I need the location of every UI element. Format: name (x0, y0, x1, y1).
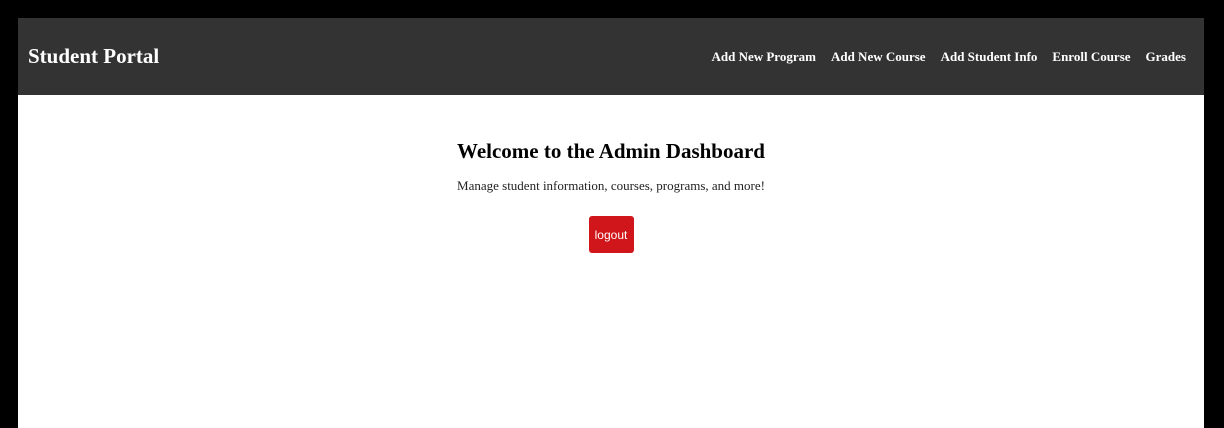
page-title: Welcome to the Admin Dashboard (456, 139, 765, 163)
page: Student Portal Add New Program Add New C… (18, 18, 1204, 428)
nav-link-grades[interactable]: Grades (1146, 49, 1186, 65)
nav-links: Add New Program Add New Course Add Stude… (711, 49, 1186, 65)
nav-link-enroll-course[interactable]: Enroll Course (1052, 49, 1130, 65)
logout-button[interactable]: logout (588, 216, 634, 253)
brand-title[interactable]: Student Portal (28, 44, 159, 69)
navbar: Student Portal Add New Program Add New C… (18, 18, 1204, 95)
main-content: Welcome to the Admin Dashboard Manage st… (18, 95, 1204, 253)
nav-link-add-student-info[interactable]: Add Student Info (941, 49, 1038, 65)
page-frame: Student Portal Add New Program Add New C… (8, 8, 1216, 428)
nav-link-add-new-course[interactable]: Add New Course (831, 49, 926, 65)
nav-link-add-new-program[interactable]: Add New Program (711, 49, 815, 65)
page-subtitle: Manage student information, courses, pro… (457, 178, 765, 193)
